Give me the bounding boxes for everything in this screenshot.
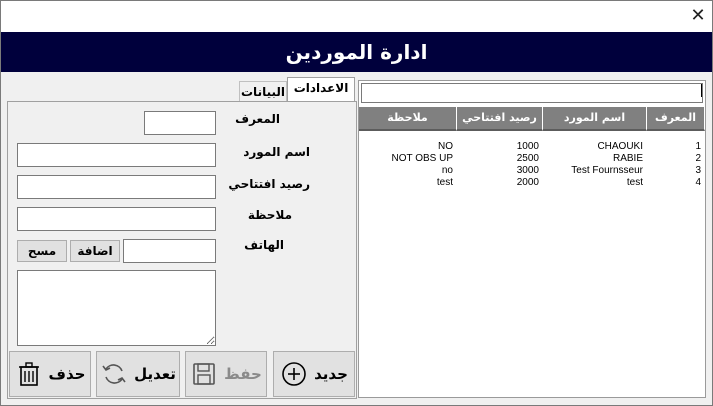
edit-button[interactable]: تعديل: [96, 351, 180, 397]
window-body: المعرف اسم المورد رصيد افتتاحي ملاحظة 1 C…: [1, 72, 712, 405]
table-cell: 4: [695, 177, 701, 188]
id-field[interactable]: [144, 111, 216, 135]
plus-circle-icon: [282, 362, 306, 386]
trash-icon: [18, 362, 39, 386]
note-field[interactable]: [17, 207, 216, 231]
tab-bar: البيانات الاعدادات: [239, 77, 357, 101]
new-button[interactable]: جديد: [273, 351, 355, 397]
save-label: حفظ: [224, 365, 262, 383]
grid-rows: 1 CHAOUKI 1000 NO 2 RABIE 2500 NOT OBS UP 3 Test …: [359, 141, 705, 189]
text-caret: [701, 84, 702, 97]
table-cell: 2000: [516, 177, 539, 188]
table-cell: 3000: [516, 165, 539, 176]
table-cell: RABIE: [612, 153, 643, 164]
tab-data[interactable]: البيانات: [239, 81, 287, 101]
floppy-disk-icon: [193, 363, 215, 385]
phone-label: الهاتف: [244, 238, 284, 252]
name-label: اسم المورد: [243, 145, 310, 159]
new-label: جديد: [314, 365, 348, 383]
table-cell: NO: [438, 141, 453, 152]
table-cell: NOT OBS UP: [391, 153, 454, 164]
column-header-note[interactable]: ملاحظة: [359, 107, 457, 131]
balance-field[interactable]: [17, 175, 216, 199]
table-cell: 1: [695, 141, 701, 152]
table-cell: 1000: [516, 141, 539, 152]
table-row[interactable]: 1 CHAOUKI 1000 NO: [359, 141, 705, 153]
table-cell: no: [441, 165, 453, 176]
phone-field[interactable]: [123, 239, 216, 263]
suppliers-grid: المعرف اسم المورد رصيد افتتاحي ملاحظة 1 C…: [358, 80, 706, 398]
tab-settings[interactable]: الاعدادات: [287, 77, 355, 101]
table-row[interactable]: 3 Test Fournsseur 3000 no: [359, 165, 705, 177]
table-cell: 2: [695, 153, 701, 164]
grid-header: المعرف اسم المورد رصيد افتتاحي ملاحظة: [359, 107, 705, 131]
table-cell: CHAOUKI: [597, 141, 643, 152]
balance-label: رصيد افتتاحي: [228, 177, 310, 191]
page-title: ادارة الموردين: [1, 32, 712, 72]
name-field[interactable]: [17, 143, 216, 167]
edit-label: تعديل: [134, 365, 176, 383]
table-cell: 2500: [516, 153, 539, 164]
column-header-balance[interactable]: رصيد افتتاحي: [457, 107, 543, 131]
table-row[interactable]: 4 test 2000 test: [359, 177, 705, 189]
table-cell: test: [436, 177, 453, 188]
table-cell: Test Fournsseur: [571, 165, 643, 176]
refresh-icon: [102, 364, 126, 384]
table-row[interactable]: 2 RABIE 2500 NOT OBS UP: [359, 153, 705, 165]
column-header-id[interactable]: المعرف: [647, 107, 705, 131]
note-label: ملاحظة: [247, 208, 292, 222]
clear-phone-button[interactable]: مسح: [17, 240, 67, 262]
delete-button[interactable]: حذف: [9, 351, 91, 397]
id-label: المعرف: [235, 112, 280, 126]
delete-label: حذف: [48, 365, 86, 383]
table-cell: 3: [695, 165, 701, 176]
table-cell: test: [626, 177, 643, 188]
phones-memo[interactable]: [17, 270, 216, 346]
close-icon[interactable]: ✕: [687, 5, 709, 27]
save-button[interactable]: حفظ: [185, 351, 267, 397]
search-input[interactable]: [361, 83, 703, 103]
add-phone-button[interactable]: اضافة: [70, 240, 120, 262]
supplier-window: ✕ ادارة الموردين المعرف اسم المورد رصيد …: [0, 0, 713, 406]
column-header-name[interactable]: اسم المورد: [543, 107, 647, 131]
